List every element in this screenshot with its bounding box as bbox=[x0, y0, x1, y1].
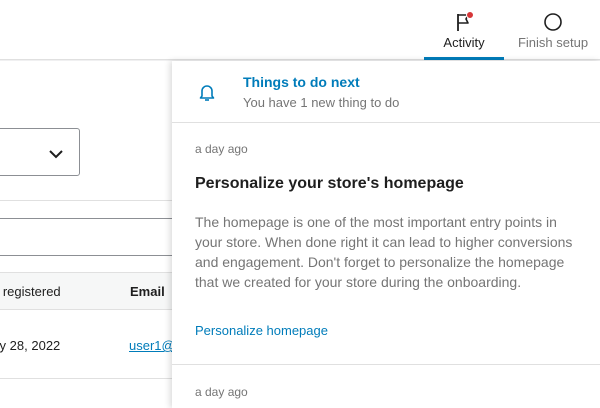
card-timestamp: a day ago bbox=[195, 385, 248, 399]
panel-title[interactable]: Things to do next bbox=[243, 74, 360, 90]
flag-icon bbox=[453, 11, 475, 33]
bell-icon bbox=[196, 81, 218, 108]
notification-dot bbox=[466, 11, 474, 19]
table-header: e registered Email bbox=[0, 272, 172, 310]
filter-select[interactable] bbox=[0, 128, 80, 176]
chevron-down-icon bbox=[49, 146, 63, 164]
cell-date-registered: ary 28, 2022 bbox=[0, 338, 61, 353]
personalize-homepage-link[interactable]: Personalize homepage bbox=[195, 323, 328, 338]
card-title: Personalize your store's homepage bbox=[195, 175, 464, 192]
cell-email-link[interactable]: user1@ bbox=[129, 338, 175, 353]
search-input[interactable] bbox=[0, 218, 178, 256]
circle-icon bbox=[542, 11, 564, 33]
column-header-email[interactable]: Email bbox=[130, 284, 165, 299]
tab-finish-setup-label: Finish setup bbox=[517, 35, 589, 50]
activity-panel: Things to do next You have 1 new thing t… bbox=[172, 61, 600, 408]
column-header-date-registered[interactable]: e registered bbox=[0, 284, 61, 299]
activity-card: a day ago Personalize your store's homep… bbox=[172, 123, 600, 365]
divider bbox=[0, 200, 172, 201]
tab-finish-setup[interactable]: Finish setup bbox=[508, 0, 598, 60]
tab-activity-label: Activity bbox=[443, 35, 485, 50]
card-body: The homepage is one of the most importan… bbox=[195, 214, 573, 290]
activity-card: a day ago bbox=[172, 366, 600, 408]
tab-activity[interactable]: Activity bbox=[424, 0, 504, 60]
card-timestamp: a day ago bbox=[195, 142, 248, 156]
table-row-divider bbox=[0, 378, 172, 379]
panel-subtitle: You have 1 new thing to do bbox=[243, 95, 400, 110]
top-header: Activity Finish setup bbox=[0, 0, 600, 60]
activity-panel-header: Things to do next You have 1 new thing t… bbox=[172, 61, 600, 123]
